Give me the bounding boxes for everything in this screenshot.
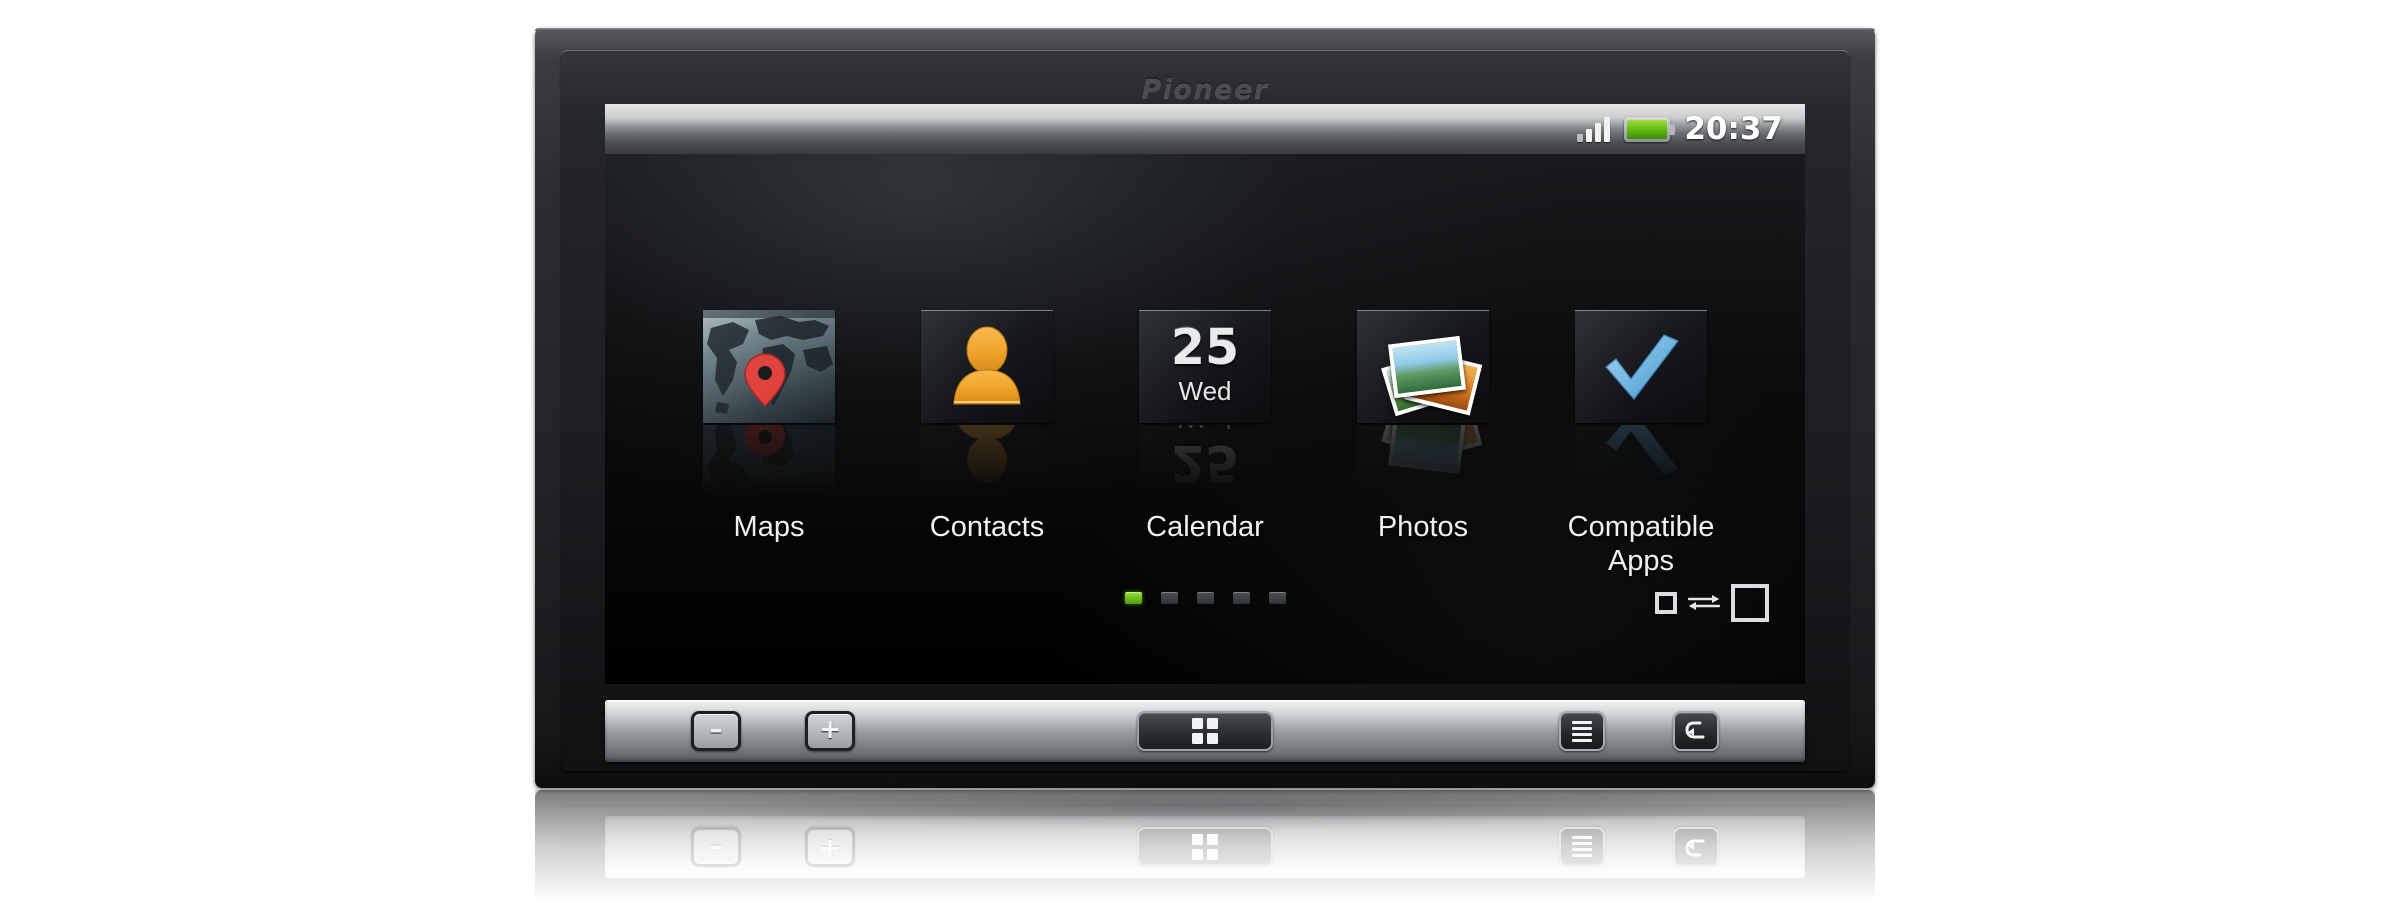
device-inner-bezel: Pioneer 20:37 Maps Contacts 25 Wed 25 Ca… [561,50,1849,772]
volume-up-button[interactable]: + [805,711,855,751]
pioneer-brand-logo: Pioneer [1141,74,1269,105]
app-icon-compatible-apps[interactable]: Compatible Apps [1568,310,1714,578]
page-dot-1[interactable] [1124,592,1142,604]
volume-down-button[interactable]: – [691,711,741,751]
calendar-day-number: 25 [1170,319,1240,376]
app-label-photos: Photos [1377,511,1469,543]
minus-icon: – [709,713,723,745]
battery-full-icon [1624,116,1676,142]
menu-button[interactable] [1559,711,1605,751]
blue-checkmark-icon [1575,310,1707,423]
photos-tile-reflection [1357,425,1489,500]
back-arrow-icon [1685,721,1705,739]
page-dot-2[interactable] [1160,592,1178,604]
app-icon-maps[interactable]: Maps [699,310,839,578]
hardware-button-bar: – + [605,700,1805,762]
contacts-tile-reflection [921,425,1053,500]
app-icon-calendar[interactable]: 25 Wed 25 Wed Calendar [1135,310,1275,578]
swap-small-square-icon [1655,592,1677,614]
calendar-tile: 25 Wed [1139,310,1271,423]
photos-tile [1357,310,1489,423]
maps-tile-reflection [703,425,835,500]
contacts-tile [921,310,1053,423]
plus-icon: + [818,713,842,745]
world-map-pin-icon [703,310,835,423]
photo-stack-icon [1357,310,1489,423]
swap-arrows-icon [1687,595,1721,610]
swap-large-square-icon [1731,584,1769,622]
app-label-calendar: Calendar [1146,511,1264,543]
compatible-apps-tile [1575,310,1707,423]
calendar-day-of-week: Wed [1178,376,1232,406]
back-button[interactable] [1673,711,1719,751]
page-dot-3[interactable] [1196,592,1214,604]
app-icon-contacts[interactable]: Contacts [917,310,1057,578]
screen-swap-icon[interactable] [1655,584,1769,622]
maps-tile [703,310,835,423]
grid-four-squares-icon [1192,718,1218,744]
app-label-maps: Maps [733,511,805,543]
calendar-tile-reflection: 25 Wed [1139,425,1271,500]
device-floor-reflection: – + [535,790,1875,920]
page-dot-5[interactable] [1268,592,1286,604]
pioneer-head-unit: Pioneer 20:37 Maps Contacts 25 Wed 25 Ca… [535,28,1875,788]
person-silhouette-icon [921,310,1053,423]
app-label-contacts: Contacts [929,511,1045,543]
menu-lines-icon [1572,720,1592,742]
app-icon-photos[interactable]: Photos [1353,310,1493,578]
page-dot-4[interactable] [1232,592,1250,604]
page-indicator-dots[interactable] [605,592,1805,604]
status-bar: 20:37 [605,104,1805,154]
home-button[interactable] [1137,711,1273,751]
touchscreen-display[interactable]: 20:37 Maps Contacts 25 Wed 25 Calendar P… [605,104,1805,684]
compatible-apps-tile-reflection [1575,425,1707,500]
signal-bars-icon [1577,116,1611,142]
status-bar-clock: 20:37 [1684,111,1783,147]
home-app-grid: Maps Contacts 25 Wed 25 Calendar Photos … [605,310,1805,578]
app-label-compatible-apps: Compatible Apps [1567,511,1715,577]
